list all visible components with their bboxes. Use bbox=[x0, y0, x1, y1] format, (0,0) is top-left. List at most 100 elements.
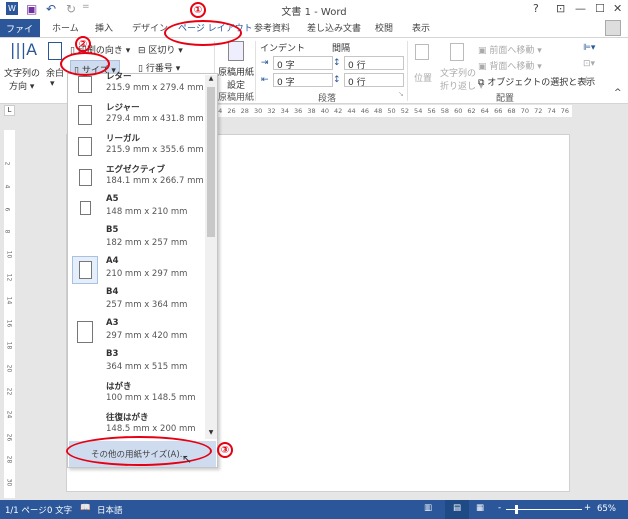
avatar[interactable] bbox=[605, 20, 621, 36]
paper-size-dimensions: 215.9 mm x 355.6 mm bbox=[106, 145, 204, 155]
annotation-circle-2 bbox=[60, 52, 110, 76]
scrollbar-thumb[interactable] bbox=[207, 87, 215, 237]
paper-size-dimensions: 215.9 mm x 279.4 mm bbox=[106, 83, 204, 93]
ruler-mark: 26 bbox=[5, 433, 13, 441]
tab-design[interactable]: デザイン bbox=[132, 21, 168, 34]
read-mode-icon[interactable]: ▥ bbox=[424, 503, 432, 513]
tab-insert[interactable]: 挿入 bbox=[95, 21, 113, 34]
tab-mailings[interactable]: 差し込み文書 bbox=[307, 21, 361, 34]
paper-size-item[interactable]: リーガル 215.9 mm x 355.6 mm bbox=[68, 130, 205, 161]
ruler-mark: 28 bbox=[5, 456, 13, 464]
zoom-in-button[interactable]: + bbox=[584, 503, 591, 513]
spacing-label: 間隔 bbox=[332, 44, 351, 54]
space-after-input[interactable]: 0 行 bbox=[344, 73, 404, 88]
annotation-number-1: ① bbox=[190, 2, 206, 18]
indent-right-input[interactable]: 0 字 bbox=[273, 73, 333, 88]
indent-left-input[interactable]: 0 字 bbox=[273, 56, 333, 71]
paper-size-item[interactable]: B4 257 mm x 364 mm bbox=[68, 285, 205, 316]
tab-references[interactable]: 参考資料 bbox=[254, 21, 290, 34]
paper-size-dimensions: 100 mm x 148.5 mm bbox=[106, 393, 196, 403]
tab-review[interactable]: 校閲 bbox=[375, 21, 393, 34]
align-icon[interactable]: ⊫▾ bbox=[583, 43, 595, 53]
paper-icon bbox=[78, 105, 92, 125]
paper-size-item[interactable]: B3 364 mm x 515 mm bbox=[68, 347, 205, 378]
zoom-level[interactable]: 65% bbox=[597, 504, 616, 514]
text-direction-button[interactable]: 文字列の 方向 ▾ bbox=[4, 66, 40, 92]
margins-arrow: ▾ bbox=[50, 79, 55, 89]
ruler-mark: 10 bbox=[5, 250, 13, 259]
proofing-icon[interactable]: 📖 bbox=[80, 503, 91, 513]
selection-pane-label: オブジェクトの選択と表示 bbox=[487, 78, 596, 88]
paper-size-item[interactable]: A4 210 mm x 297 mm bbox=[68, 254, 205, 285]
tab-file[interactable]: ファイル bbox=[0, 19, 40, 48]
paper-icon bbox=[78, 75, 92, 93]
send-backward-button[interactable]: ▣ 背面へ移動 ▾ bbox=[478, 59, 542, 72]
ribbon-display-button[interactable]: ⊡ bbox=[556, 2, 565, 15]
paper-icon bbox=[78, 136, 92, 156]
dropdown-scrollbar[interactable]: ▲ ▼ bbox=[205, 75, 217, 439]
space-before-input[interactable]: 0 行 bbox=[344, 56, 404, 71]
print-layout-icon[interactable]: ▤ bbox=[445, 500, 469, 519]
vertical-ruler[interactable]: 2468101214161820222426283032 bbox=[3, 130, 15, 509]
paper-size-item[interactable]: はがき 100 mm x 148.5 mm bbox=[68, 378, 205, 409]
paper-size-name: レジャー bbox=[106, 103, 140, 113]
paper-size-item[interactable]: B5 182 mm x 257 mm bbox=[68, 223, 205, 254]
paper-size-name: A5 bbox=[106, 194, 119, 204]
ribbon-tabs: ファイル ホーム 挿入 デザイン ページ レイアウト 参考資料 差し込み文書 校… bbox=[0, 19, 628, 48]
word-count[interactable]: 0 文字 bbox=[47, 504, 72, 516]
genko-settings-button[interactable]: 原稿用紙 設定 bbox=[218, 65, 254, 91]
space-before-icon: ↕ bbox=[333, 58, 341, 68]
maximize-button[interactable]: ☐ bbox=[595, 2, 605, 15]
tab-view[interactable]: 表示 bbox=[412, 21, 430, 34]
title-bar: W ▣ ↶ ↻ = 文書 1 - Word ? ⊡ — ☐ ✕ bbox=[0, 0, 628, 19]
web-layout-icon[interactable]: ▦ bbox=[476, 503, 484, 513]
paper-icon bbox=[78, 261, 92, 279]
annotation-number-3: ③ bbox=[217, 442, 233, 458]
ruler-mark: 24 bbox=[5, 410, 13, 419]
page-count[interactable]: 1/1 ページ bbox=[5, 504, 47, 516]
tab-home[interactable]: ホーム bbox=[52, 21, 79, 34]
ruler-mark: 14 bbox=[5, 296, 13, 305]
paper-size-name: B3 bbox=[106, 349, 119, 359]
close-button[interactable]: ✕ bbox=[613, 2, 622, 15]
language[interactable]: 日本語 bbox=[97, 504, 123, 516]
ruler-mark: 16 bbox=[5, 319, 13, 327]
bring-forward-label: 前面へ移動 ▾ bbox=[489, 46, 542, 56]
scroll-up-icon[interactable]: ▲ bbox=[205, 75, 217, 85]
paper-size-dimensions: 184.1 mm x 266.7 mm bbox=[106, 176, 204, 186]
breaks-label: 区切り ▾ bbox=[148, 46, 183, 56]
scroll-down-icon[interactable]: ▼ bbox=[205, 429, 217, 439]
arrange-group-label: 配置 bbox=[496, 94, 515, 104]
paper-size-item[interactable]: A5 148 mm x 210 mm bbox=[68, 192, 205, 223]
tab-selector[interactable]: L bbox=[4, 105, 15, 116]
bring-forward-button[interactable]: ▣ 前面へ移動 ▾ bbox=[478, 43, 542, 56]
wrap-text-button[interactable]: 文字列の 折り返し ▾ bbox=[440, 66, 483, 92]
indent-left-icon: ⇥ bbox=[261, 58, 269, 68]
paper-size-item[interactable]: レジャー 279.4 mm x 431.8 mm bbox=[68, 99, 205, 130]
ruler-mark: 4 bbox=[3, 184, 11, 189]
ruler-mark: 22 bbox=[5, 387, 13, 396]
position-button[interactable]: 位置 bbox=[414, 71, 432, 84]
breaks-button[interactable]: ⊟ 区切り ▾ bbox=[138, 43, 183, 56]
selection-pane-button[interactable]: ⧉ オブジェクトの選択と表示 bbox=[478, 75, 595, 88]
wrap-label-2: 折り返し ▾ bbox=[440, 82, 484, 92]
genko-label: 原稿用紙 bbox=[218, 68, 255, 78]
paragraph-dialog-launcher-icon[interactable]: ↘ bbox=[398, 90, 404, 98]
help-button[interactable]: ? bbox=[533, 2, 539, 15]
collapse-ribbon-button[interactable]: ^ bbox=[614, 88, 622, 98]
text-direction-icon: |||A bbox=[10, 40, 38, 59]
paper-size-item[interactable]: A3 297 mm x 420 mm bbox=[68, 316, 205, 347]
paper-size-dimensions: 279.4 mm x 431.8 mm bbox=[106, 114, 204, 124]
zoom-out-button[interactable]: - bbox=[498, 503, 501, 513]
minimize-button[interactable]: — bbox=[575, 2, 586, 15]
horizontal-ruler[interactable]: 24 26 28 30 32 34 36 38 40 42 44 46 48 5… bbox=[210, 105, 572, 117]
margins-button[interactable]: 余白 ▾ bbox=[46, 66, 64, 89]
text-direction-label-2: 方向 ▾ bbox=[9, 82, 35, 92]
paper-size-name: リーガル bbox=[106, 134, 141, 144]
zoom-slider-thumb[interactable] bbox=[514, 505, 518, 514]
paper-size-dimensions: 364 mm x 515 mm bbox=[106, 362, 188, 372]
paper-size-item[interactable]: エグゼクティブ 184.1 mm x 266.7 mm bbox=[68, 161, 205, 192]
ruler-mark: 20 bbox=[5, 364, 13, 373]
group-icon[interactable]: ⊡▾ bbox=[583, 59, 595, 69]
rotate-icon[interactable]: ◭▾ bbox=[583, 75, 594, 85]
